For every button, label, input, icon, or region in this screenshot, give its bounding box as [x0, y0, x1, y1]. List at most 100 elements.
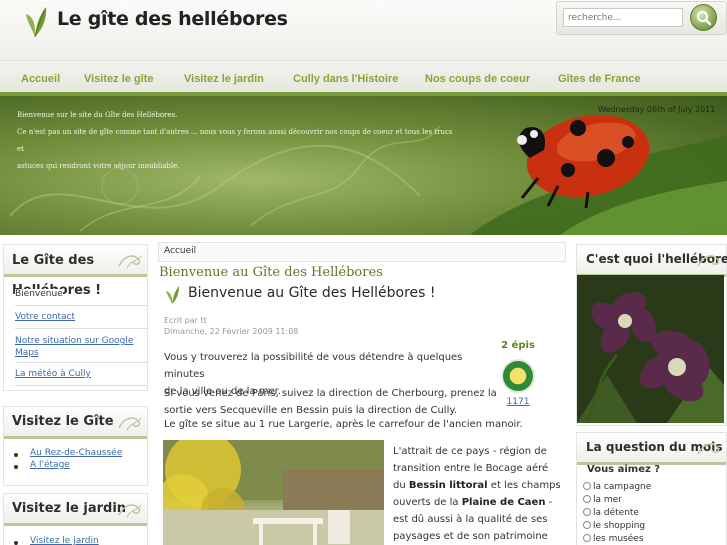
- search-icon: [697, 11, 712, 26]
- search-box: [556, 1, 727, 35]
- epis-count-link[interactable]: 1171: [496, 397, 540, 407]
- leaf-logo-icon: [26, 7, 47, 38]
- banner-line: Ce n'est pas un site de gîte comme tant …: [17, 128, 453, 153]
- site-title[interactable]: Le gîte des hellébores: [57, 8, 288, 30]
- sidebar-box-header: La question du mois: [577, 433, 726, 465]
- menu-item-label: Maps: [15, 348, 39, 358]
- epis-rating: 2 épis 1171: [496, 340, 540, 407]
- ladybug-icon: [517, 114, 650, 208]
- radio-icon[interactable]: [583, 508, 591, 516]
- menu-item-bienvenue[interactable]: Bienvenue: [15, 289, 63, 299]
- poll-option[interactable]: les musées: [583, 534, 644, 544]
- radio-icon[interactable]: [583, 521, 591, 529]
- bold-text: Plaine de Caen: [461, 497, 546, 508]
- nav-item-cully-histoire[interactable]: Cully dans l'Histoire: [293, 73, 398, 85]
- breadcrumb-item[interactable]: Accueil: [164, 246, 196, 256]
- banner-line: astuces qui rendront votre séjour inoubl…: [17, 162, 180, 170]
- search-input[interactable]: [563, 8, 683, 27]
- bold-text: Bessin littoral: [408, 480, 488, 491]
- radio-icon[interactable]: [583, 534, 591, 542]
- poll-option-label: la détente: [593, 508, 639, 518]
- text-line: transition entre le Bocage aéré: [393, 463, 549, 474]
- poll-question: Vous aimez ?: [587, 464, 661, 475]
- banner-welcome-text: Bienvenue sur le site du Gîte des Helléb…: [17, 107, 457, 175]
- text-fragment: et les champs: [487, 480, 561, 491]
- poll-option-label: la mer: [593, 495, 622, 505]
- nav-item-visitez-le-jardin[interactable]: Visitez le jardin: [184, 73, 264, 85]
- search-button[interactable]: [690, 4, 717, 31]
- current-date: Wednesday 06th of July 2011: [598, 105, 716, 114]
- article-author: Ecrit par tt: [164, 316, 207, 325]
- text-line: Le gîte se situe au 1 rue Largerie, aprè…: [164, 419, 523, 430]
- text-fragment: ouverts de la: [393, 497, 462, 508]
- nav-item-gites-de-france[interactable]: Gîtes de France: [558, 73, 641, 85]
- text-line: Vous y trouverez la possibilité de vous …: [164, 352, 463, 380]
- text-line: est dû aussi à la qualité de ses: [393, 514, 548, 525]
- menu-divider: [15, 305, 147, 306]
- nav-item-accueil[interactable]: Accueil: [21, 73, 60, 85]
- sidebar-box-header: C'est quoi l'hellébore: [577, 245, 727, 277]
- breadcrumb: Accueil: [158, 242, 566, 262]
- menu-item-meteo[interactable]: La météo à Cully: [15, 369, 91, 379]
- radio-icon[interactable]: [583, 482, 591, 490]
- epis-label: 2 épis: [501, 340, 535, 351]
- menu-divider: [15, 362, 147, 363]
- text-line: L'attrait de ce pays - région de: [393, 446, 547, 457]
- leaf-icon: [166, 286, 179, 304]
- swirl-ornament-icon: [118, 255, 142, 269]
- poll-option-label: la campagne: [593, 482, 652, 492]
- text-line: du Bessin littoral et les champs: [393, 477, 565, 494]
- sidebar-box-title: Le Gîte des: [12, 253, 94, 268]
- poll-option[interactable]: la mer: [583, 495, 622, 505]
- nav-item-coups-de-coeur[interactable]: Nos coups de coeur: [425, 73, 530, 85]
- bullet: [14, 541, 18, 545]
- poll-option[interactable]: la campagne: [583, 482, 651, 492]
- swirl-ornament-icon: [118, 504, 142, 518]
- swirl-ornament-icon: [118, 417, 142, 431]
- text-fragment: -: [545, 497, 553, 508]
- main-nav: Accueil Visitez le gîte Visitez le jardi…: [0, 60, 727, 96]
- article-paragraph: L'attrait de ce pays - région de transit…: [393, 443, 565, 545]
- sidebar-box-gite: Le Gîte des Hellébores ! Bienvenue Votre…: [3, 244, 148, 391]
- sidebar-box-header: Le Gîte des: [4, 245, 147, 277]
- nav-item-visitez-le-gite[interactable]: Visitez le gîte: [84, 73, 154, 85]
- article-title: Bienvenue au Gîte des Hellébores !: [188, 285, 436, 301]
- sidebar-box-title: Visitez le Gîte: [12, 414, 114, 429]
- poll-option[interactable]: la détente: [583, 508, 639, 518]
- article-date: Dimanche, 22 Février 2009 11:08: [164, 327, 299, 336]
- gites-de-france-badge-icon: [501, 359, 535, 393]
- sidebar-box-title: Visitez le jardin: [12, 501, 127, 516]
- site-header: Le gîte des hellébores: [0, 0, 727, 60]
- menu-divider: [15, 328, 147, 329]
- garden-photo: [163, 440, 384, 545]
- sidebar-box-header: Visitez le jardin: [4, 494, 147, 526]
- sidebar-box-visitez-gite: Visitez le Gîte Au Rez-de-Chaussée A l'é…: [3, 406, 148, 486]
- text-fragment: du: [393, 480, 409, 491]
- bullet: [14, 465, 18, 469]
- section-title: Bienvenue au Gîte des Hellébores: [159, 265, 383, 280]
- poll-option-label: le shopping: [593, 521, 646, 531]
- garden-illustration: [163, 440, 384, 545]
- sidebar-title-line1: Le Gîte des: [12, 253, 95, 268]
- text-line: paysages et de son patrimoine: [393, 531, 548, 542]
- banner-line: Bienvenue sur le site du Gîte des Helléb…: [17, 111, 178, 119]
- poll-option-label: les musées: [593, 534, 644, 544]
- hellebore-flower-illustration: [577, 275, 724, 423]
- sidebar-box-visitez-jardin: Visitez le jardin Visitez le jardin: [3, 493, 148, 545]
- swirl-ornament-icon: [697, 443, 720, 455]
- header-banner: Bienvenue sur le site du Gîte des Helléb…: [0, 96, 727, 235]
- menu-divider: [15, 385, 147, 386]
- sidebar-box-header: Visitez le Gîte: [4, 407, 147, 439]
- link-visitez-jardin[interactable]: Visitez le jardin: [30, 536, 99, 545]
- menu-item-google-maps[interactable]: Notre situation sur Google Maps: [15, 335, 133, 359]
- menu-item-votre-contact[interactable]: Votre contact: [15, 312, 75, 322]
- menu-item-label: Notre situation sur Google: [15, 336, 134, 346]
- link-rez-de-chaussee[interactable]: Au Rez-de-Chaussée: [30, 448, 122, 458]
- radio-icon[interactable]: [583, 495, 591, 503]
- text-line: ouverts de la Plaine de Caen -: [393, 494, 565, 511]
- link-etage[interactable]: A l'étage: [30, 460, 70, 470]
- poll-option[interactable]: le shopping: [583, 521, 645, 531]
- swirl-ornament-icon: [697, 255, 720, 267]
- bullet: [14, 453, 18, 457]
- hellebore-photo: [577, 275, 724, 423]
